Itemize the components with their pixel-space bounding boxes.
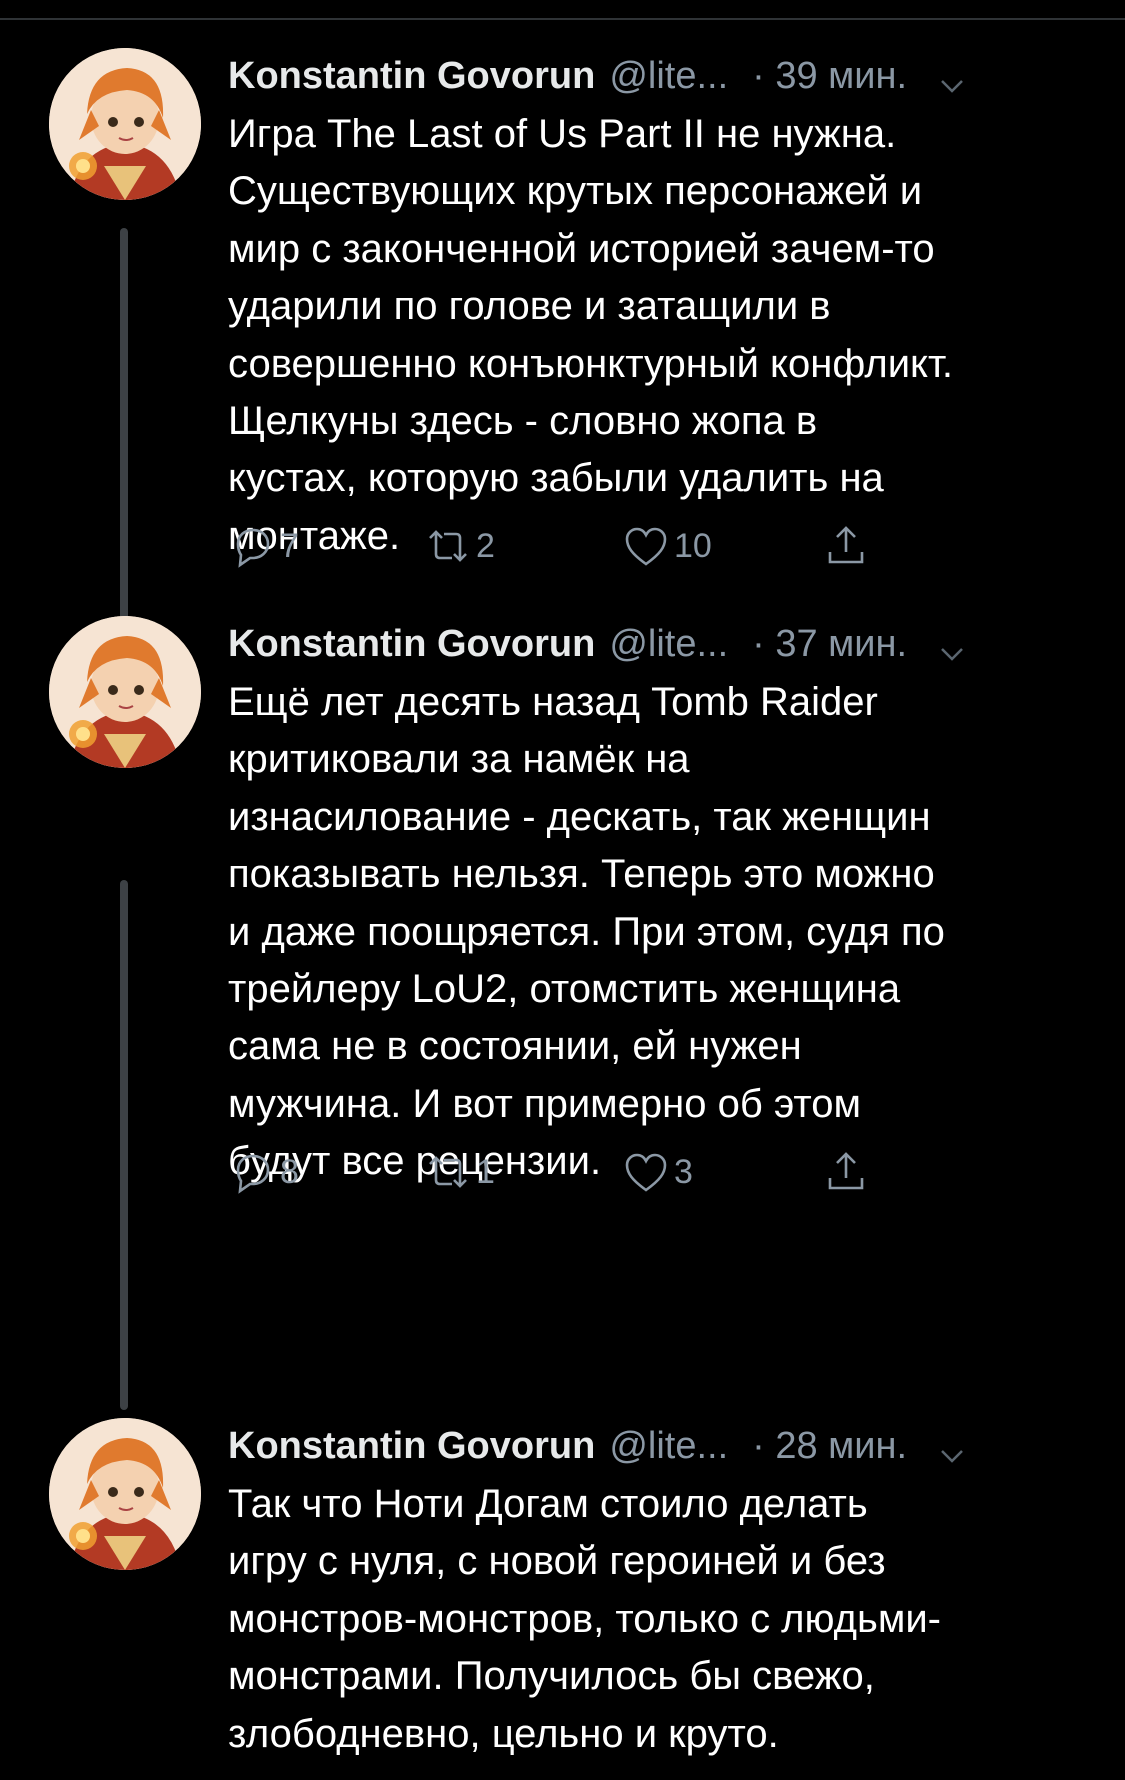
tweet-text: Игра The Last of Us Part II не нужна. Су…: [228, 112, 953, 558]
tweet-header: Konstantin Govorun @lite... · 39 мин.: [228, 48, 1088, 104]
tweet[interactable]: Konstantin Govorun @lite... · 37 мин. Ещ…: [0, 616, 1125, 1336]
heart-icon: [625, 1153, 667, 1192]
like-button[interactable]: 10: [622, 518, 712, 574]
avatar[interactable]: [49, 616, 201, 768]
chevron-down-icon[interactable]: [937, 629, 967, 661]
avatar-illustration: [49, 616, 201, 768]
author-name[interactable]: Konstantin Govorun: [228, 616, 595, 672]
chevron-down-icon[interactable]: [937, 61, 967, 93]
avatar[interactable]: [49, 1418, 201, 1570]
tweet-header: Konstantin Govorun @lite... · 37 мин.: [228, 616, 1088, 672]
reply-count: 7: [280, 526, 299, 565]
tweet-text: Ещё лет десять назад Tomb Raider критико…: [228, 680, 945, 1184]
retweet-button[interactable]: 1: [424, 1144, 495, 1200]
retweet-icon: [429, 1156, 467, 1188]
share-icon: [828, 1152, 864, 1190]
author-name[interactable]: Konstantin Govorun: [228, 48, 595, 104]
chevron-down-icon[interactable]: [937, 1431, 967, 1463]
reply-count: 8: [280, 1152, 299, 1191]
reply-button[interactable]: 8: [228, 1144, 299, 1200]
share-button[interactable]: [822, 1144, 870, 1200]
timestamp[interactable]: · 39 мин.: [752, 48, 907, 104]
retweet-icon: [429, 530, 467, 562]
retweet-count: 1: [476, 1152, 495, 1191]
timestamp[interactable]: · 28 мин.: [752, 1418, 907, 1474]
top-divider: [0, 18, 1125, 20]
like-count: 3: [674, 1152, 693, 1191]
reply-button[interactable]: 7: [228, 518, 299, 574]
share-button[interactable]: [822, 518, 870, 574]
tweet-header: Konstantin Govorun @lite... · 28 мин.: [228, 1418, 1088, 1474]
reply-icon: [236, 1154, 270, 1194]
tweet[interactable]: Konstantin Govorun @lite... · 39 мин. Иг…: [0, 48, 1125, 688]
author-handle[interactable]: @lite...: [609, 1418, 728, 1474]
author-handle[interactable]: @lite...: [609, 48, 728, 104]
retweet-button[interactable]: 2: [424, 518, 495, 574]
timestamp[interactable]: · 37 мин.: [752, 616, 907, 672]
heart-icon: [625, 527, 667, 566]
avatar[interactable]: [49, 48, 201, 200]
tweet[interactable]: Konstantin Govorun @lite... · 28 мин. Та…: [0, 1418, 1125, 1780]
reply-icon: [236, 528, 270, 568]
author-handle[interactable]: @lite...: [609, 616, 728, 672]
author-name[interactable]: Konstantin Govorun: [228, 1418, 595, 1474]
avatar-illustration: [49, 48, 201, 200]
like-count: 10: [674, 526, 712, 565]
like-button[interactable]: 3: [622, 1144, 693, 1200]
tweet-actions: 8 1 3: [228, 1144, 948, 1200]
retweet-count: 2: [476, 526, 495, 565]
tweet-actions: 7 2 10: [228, 518, 948, 574]
share-icon: [828, 526, 864, 564]
tweet-text: Так что Ноти Догам стоило делать игру с …: [228, 1482, 941, 1756]
avatar-illustration: [49, 1418, 201, 1570]
